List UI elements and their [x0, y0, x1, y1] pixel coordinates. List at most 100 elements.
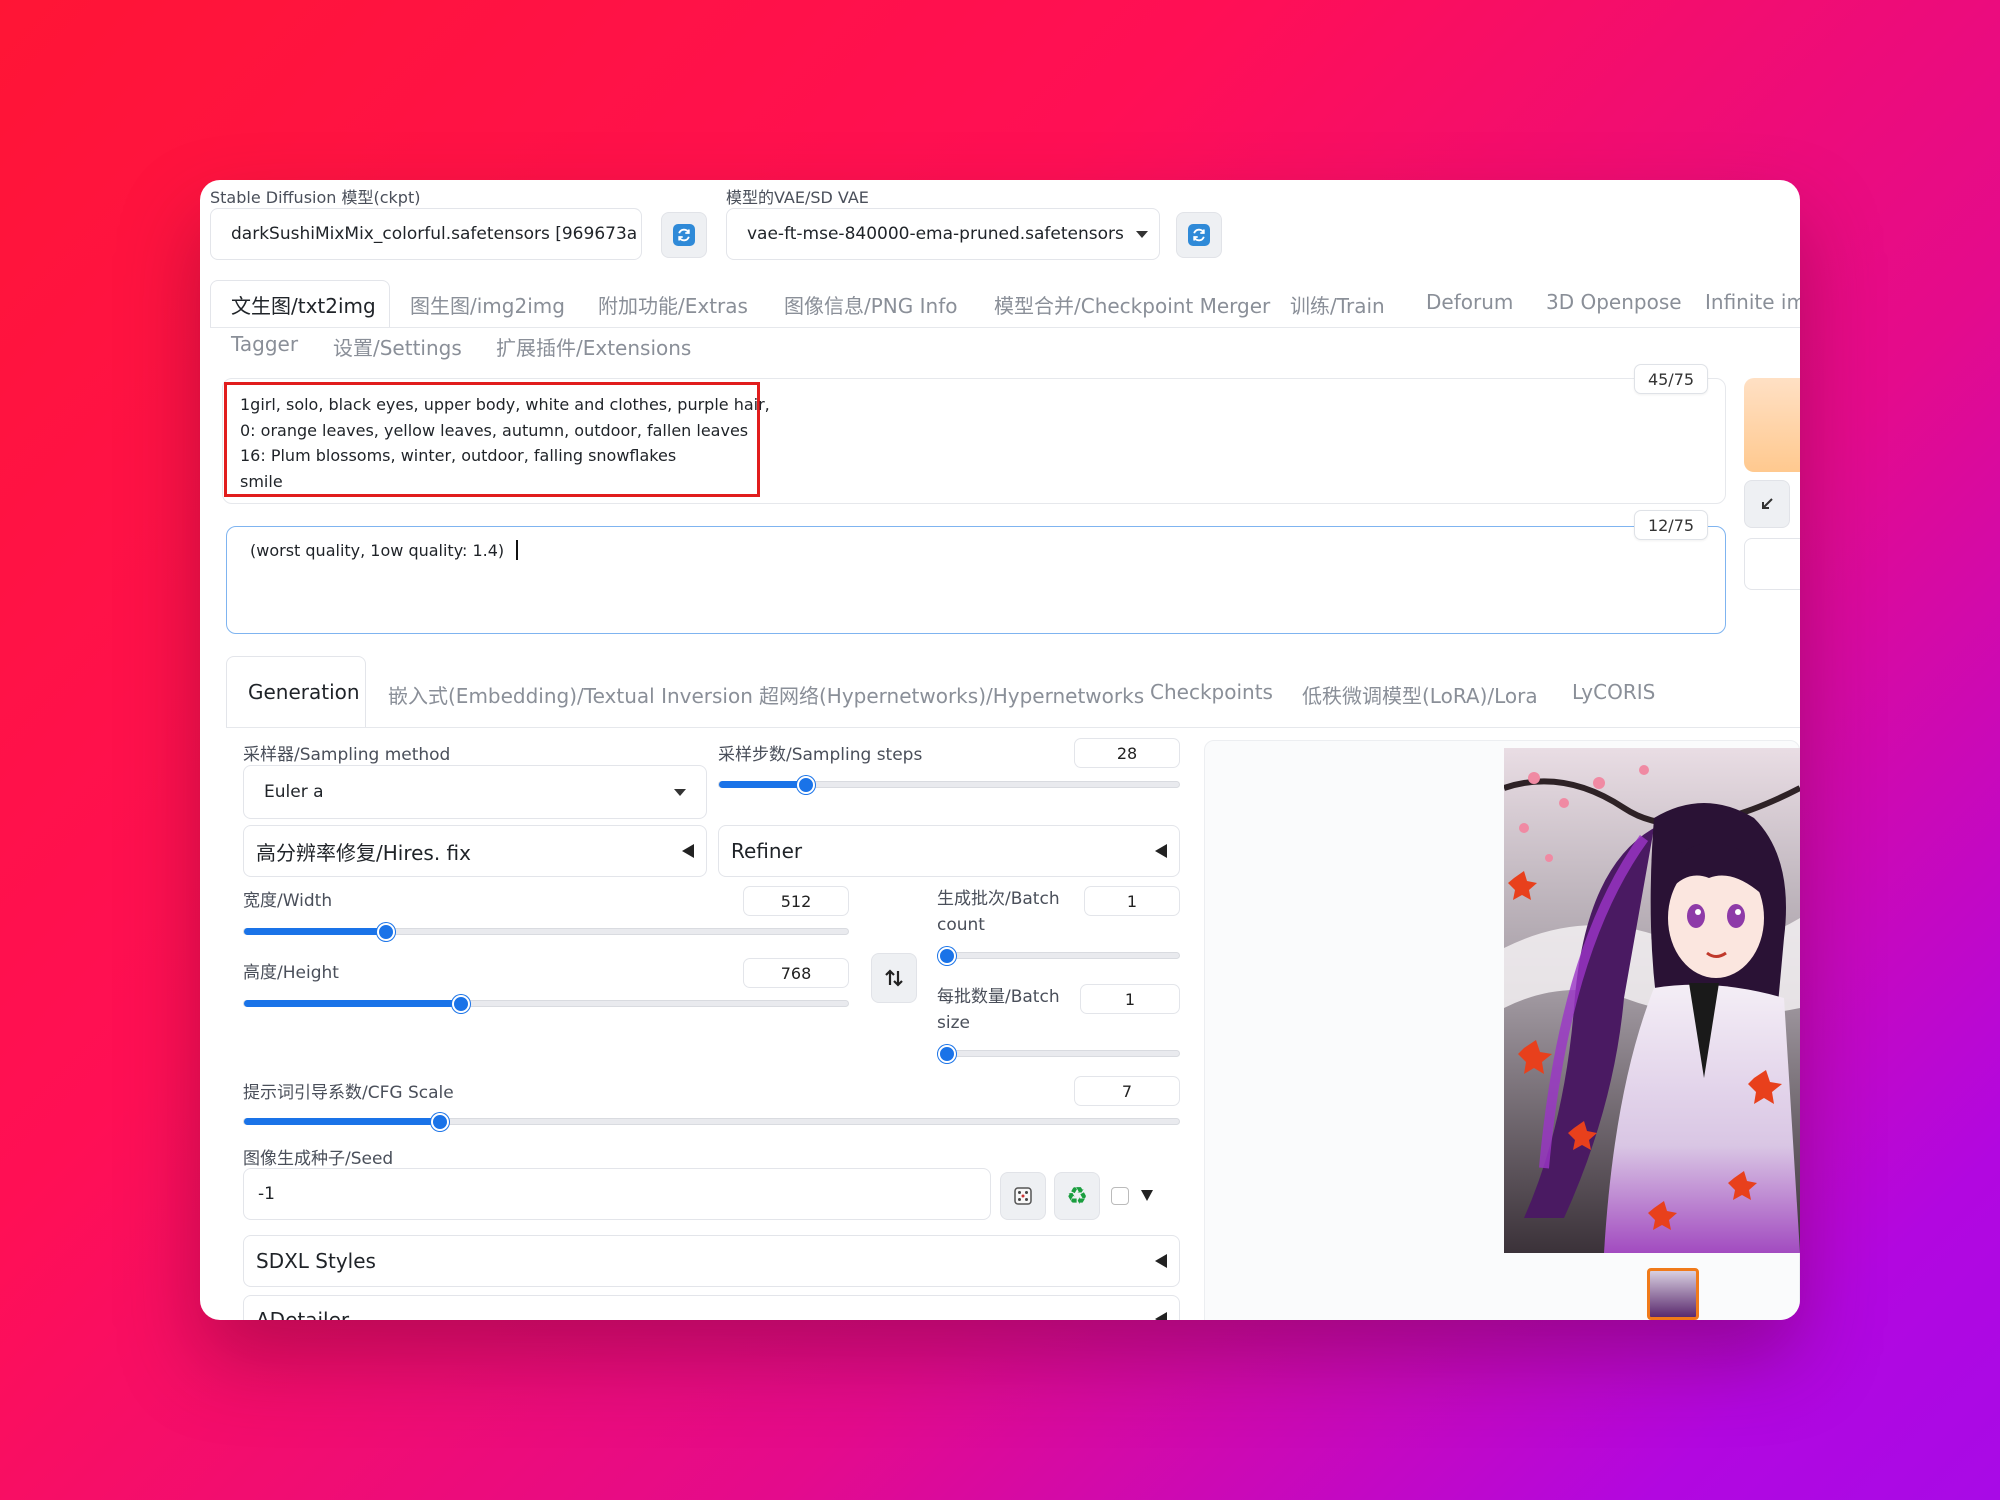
batch-count-label: 生成批次/Batch count: [937, 889, 1060, 935]
refiner-label: Refiner: [731, 839, 803, 863]
tab-infinite-image[interactable]: Infinite ima: [1705, 290, 1800, 314]
width-slider-fill: [244, 928, 386, 935]
model-value: darkSushiMixMix_colorful.safetensors [96…: [231, 224, 638, 244]
batch-count-input[interactable]: 1: [1084, 886, 1180, 916]
tab-extras[interactable]: 附加功能/Extras: [598, 290, 748, 319]
vae-select[interactable]: vae-ft-mse-840000-ema-pruned.safetensors: [726, 208, 1160, 260]
model-select[interactable]: darkSushiMixMix_colorful.safetensors [96…: [210, 208, 642, 260]
vae-label: 模型的VAE/SD VAE: [726, 188, 869, 207]
sdxl-styles-label: SDXL Styles: [256, 1249, 376, 1273]
gallery-thumbnail-selected[interactable]: [1647, 1268, 1699, 1320]
height-input[interactable]: 768: [743, 958, 849, 988]
height-slider[interactable]: [243, 995, 849, 1013]
width-input[interactable]: 512: [743, 886, 849, 916]
recycle-icon: ♻: [1066, 1182, 1088, 1210]
batch-size-slider[interactable]: [937, 1045, 1180, 1063]
subtabs-divider: [226, 727, 1800, 728]
cfg-slider[interactable]: [243, 1113, 1180, 1131]
seed-input[interactable]: -1: [243, 1168, 991, 1220]
adetailer-accordion[interactable]: ADetailer: [243, 1295, 1180, 1320]
tab-img2img[interactable]: 图生图/img2img: [410, 290, 565, 319]
collapse-triangle-icon: [682, 844, 694, 858]
prompt-line: 1girl, solo, black eyes, upper body, whi…: [240, 395, 770, 414]
subtab-embedding[interactable]: 嵌入式(Embedding)/Textual Inversion: [388, 680, 753, 709]
batch-size-input[interactable]: 1: [1080, 984, 1180, 1014]
tab-3d-openpose[interactable]: 3D Openpose: [1546, 290, 1682, 314]
sdxl-styles-accordion[interactable]: SDXL Styles: [243, 1235, 1180, 1287]
extra-seed-toggle-icon[interactable]: [1141, 1190, 1153, 1201]
subtab-generation[interactable]: Generation: [248, 680, 360, 704]
batch-size-label: 每批数量/Batch size: [937, 987, 1060, 1033]
tab-png-info[interactable]: 图像信息/PNG Info: [784, 290, 957, 319]
dice-icon: [1014, 1187, 1032, 1205]
text-cursor: [516, 540, 518, 560]
collapse-triangle-icon: [1155, 844, 1167, 858]
swap-dimensions-button[interactable]: [871, 953, 917, 1003]
tab-settings[interactable]: 设置/Settings: [333, 332, 462, 361]
anime-girl-illustration: [1504, 748, 1800, 1253]
collapse-triangle-icon: [1155, 1254, 1167, 1268]
prompt-token-counter: 45/75: [1634, 364, 1708, 394]
refiner-accordion[interactable]: Refiner: [718, 825, 1180, 877]
width-slider-thumb[interactable]: [376, 923, 395, 941]
reuse-seed-button[interactable]: ♻: [1054, 1172, 1100, 1220]
seed-label: 图像生成种子/Seed: [243, 1149, 394, 1169]
chevron-down-icon: [1135, 230, 1148, 238]
batch-count-slider-thumb[interactable]: [938, 947, 956, 965]
refresh-vae-button[interactable]: [1176, 212, 1222, 258]
subtab-lora[interactable]: 低秩微调模型(LoRA)/Lora: [1302, 680, 1538, 709]
styles-dropdown[interactable]: [1744, 538, 1800, 590]
width-label: 宽度/Width: [243, 891, 333, 911]
tab-deforum[interactable]: Deforum: [1426, 290, 1513, 314]
model-label: Stable Diffusion 模型(ckpt): [210, 188, 421, 207]
subtab-hypernetworks[interactable]: 超网络(Hypernetworks)/Hypernetworks: [759, 680, 1144, 709]
read-params-button[interactable]: [1744, 480, 1790, 528]
cfg-label: 提示词引导系数/CFG Scale: [243, 1083, 454, 1103]
extra-seed-checkbox[interactable]: [1111, 1187, 1129, 1205]
refresh-model-button[interactable]: [661, 212, 707, 258]
generated-image[interactable]: [1504, 748, 1800, 1253]
generate-button[interactable]: [1744, 378, 1800, 472]
refresh-icon: [1188, 224, 1210, 246]
tab-tagger[interactable]: Tagger: [231, 332, 298, 356]
steps-slider-fill: [719, 781, 807, 788]
refresh-icon: [673, 224, 695, 246]
height-slider-fill: [244, 1000, 462, 1007]
steps-label: 采样步数/Sampling steps: [718, 745, 923, 765]
collapse-triangle-icon: [1155, 1312, 1167, 1320]
prompt-line: smile: [240, 471, 283, 491]
tabs-divider: [210, 327, 1800, 328]
subtab-lycoris[interactable]: LyCORIS: [1572, 680, 1655, 704]
seed-value: -1: [258, 1184, 275, 1204]
steps-slider[interactable]: [718, 776, 1180, 794]
tab-train[interactable]: 训练/Train: [1290, 290, 1385, 319]
negative-prompt-text: (worst quality, 1ow quality: 1.4): [250, 540, 518, 560]
prompt-line: 0: orange leaves, yellow leaves, autumn,…: [240, 420, 749, 440]
tab-txt2img[interactable]: 文生图/txt2img: [231, 290, 376, 319]
tab-extensions[interactable]: 扩展插件/Extensions: [496, 332, 691, 361]
adetailer-label: ADetailer: [256, 1308, 350, 1320]
height-label: 高度/Height: [243, 963, 339, 983]
tab-checkpoint-merger[interactable]: 模型合并/Checkpoint Merger: [994, 290, 1270, 319]
batch-count-slider[interactable]: [937, 947, 1180, 965]
sampler-label: 采样器/Sampling method: [243, 745, 451, 765]
collapse-arrow-icon: [1762, 498, 1773, 509]
cfg-slider-thumb[interactable]: [431, 1113, 450, 1131]
webui-window: Stable Diffusion 模型(ckpt) darkSushiMixMi…: [200, 180, 1800, 1320]
prompt-text: 1girl, solo, black eyes, upper body, whi…: [240, 392, 770, 494]
hires-fix-label: 高分辨率修复/Hires. fix: [256, 840, 471, 865]
width-slider[interactable]: [243, 923, 849, 941]
swap-arrows-icon: [885, 969, 903, 987]
height-slider-thumb[interactable]: [452, 995, 471, 1013]
vae-value: vae-ft-mse-840000-ema-pruned.safetensors: [747, 224, 1124, 244]
hires-fix-accordion[interactable]: 高分辨率修复/Hires. fix: [243, 825, 707, 877]
steps-slider-thumb[interactable]: [797, 776, 816, 794]
sampler-select[interactable]: Euler a: [243, 765, 707, 819]
random-seed-button[interactable]: [1000, 1172, 1046, 1220]
subtab-checkpoints[interactable]: Checkpoints: [1150, 680, 1273, 704]
cfg-input[interactable]: 7: [1074, 1076, 1180, 1106]
prompt-line: 16: Plum blossoms, winter, outdoor, fall…: [240, 446, 677, 465]
batch-size-slider-thumb[interactable]: [938, 1045, 956, 1063]
steps-input[interactable]: 28: [1074, 738, 1180, 768]
sampler-value: Euler a: [264, 782, 324, 802]
